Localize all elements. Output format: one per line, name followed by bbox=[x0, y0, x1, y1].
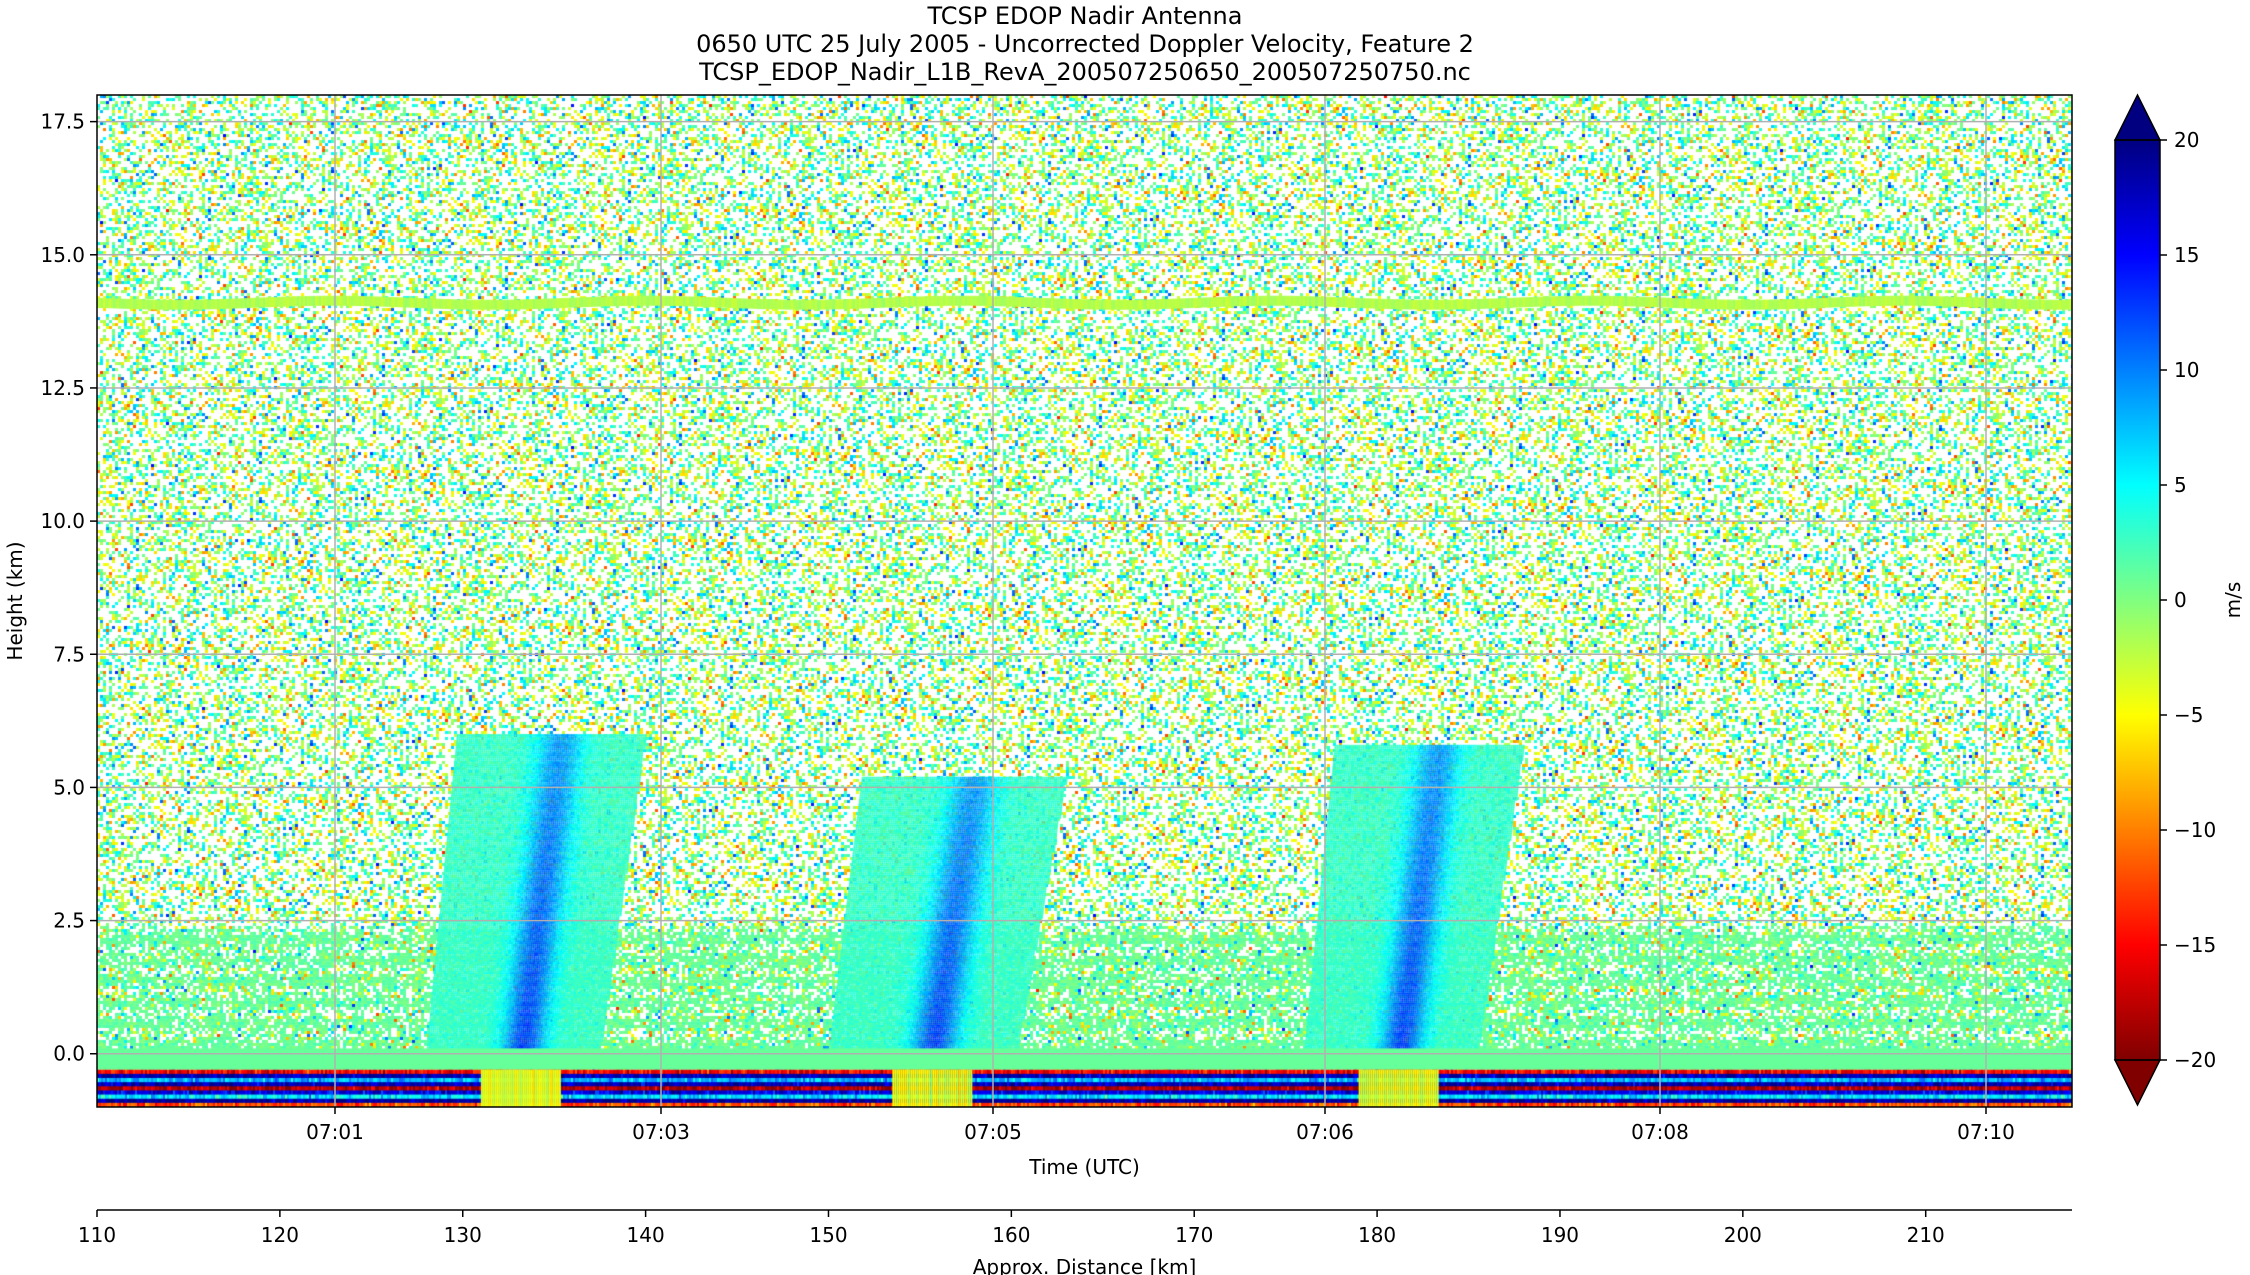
colorbar-tick-label: −20 bbox=[2174, 1048, 2216, 1072]
distance-tick-label: 120 bbox=[261, 1223, 299, 1247]
colorbar-tick-label: 20 bbox=[2174, 128, 2199, 152]
y-tick-label: 17.5 bbox=[40, 110, 85, 134]
colorbar-tick-label: −15 bbox=[2174, 933, 2216, 957]
colorbar-tick-label: −5 bbox=[2174, 703, 2203, 727]
y-axis-label: Height (km) bbox=[3, 541, 27, 660]
distance-tick-label: 110 bbox=[78, 1223, 116, 1247]
y-tick-label: 15.0 bbox=[40, 243, 85, 267]
colorbar-tick-label: 15 bbox=[2174, 243, 2199, 267]
y-tick-label: 12.5 bbox=[40, 376, 85, 400]
colorbar-max-extend bbox=[2113, 93, 2162, 141]
distance-axis-label: Approx. Distance [km] bbox=[973, 1255, 1197, 1275]
distance-tick-label: 150 bbox=[809, 1223, 847, 1247]
colorbar-gradient bbox=[2115, 140, 2160, 1060]
velocity-field-image bbox=[97, 95, 2072, 1107]
distance-tick-label: 190 bbox=[1541, 1223, 1579, 1247]
distance-tick-label: 200 bbox=[1724, 1223, 1762, 1247]
figure: TCSP EDOP Nadir Antenna 0650 UTC 25 July… bbox=[0, 0, 2250, 1275]
distance-tick-label: 140 bbox=[627, 1223, 665, 1247]
colorbar-tick-label: 10 bbox=[2174, 358, 2199, 382]
x-tick-label: 07:06 bbox=[1296, 1120, 1354, 1144]
distance-axis: 110 120 130 140 150 160 170 180 190 200 210 Approx.… bbox=[78, 1209, 2072, 1275]
distance-tick-label: 160 bbox=[992, 1223, 1030, 1247]
distance-tick-label: 210 bbox=[1907, 1223, 1945, 1247]
distance-tick-label: 130 bbox=[444, 1223, 482, 1247]
colorbar-tick-label: 5 bbox=[2174, 473, 2187, 497]
y-tick-label: 10.0 bbox=[40, 509, 85, 533]
velocity-field bbox=[97, 95, 2072, 1107]
x-tick-label: 07:10 bbox=[1957, 1120, 2015, 1144]
distance-tick-label: 180 bbox=[1358, 1223, 1396, 1247]
colorbar-label: m/s bbox=[2221, 582, 2245, 619]
y-tick-label: 0.0 bbox=[53, 1042, 85, 1066]
x-tick-label: 07:01 bbox=[306, 1120, 364, 1144]
y-tick-label: 2.5 bbox=[53, 909, 85, 933]
chart-svg: 0.0 2.5 5.0 7.5 10.0 12.5 15.0 17.5 07:01 07:03 07… bbox=[3, 93, 2245, 1275]
colorbar-tick-label: −10 bbox=[2174, 818, 2216, 842]
y-tick-label: 7.5 bbox=[53, 642, 85, 666]
colorbar-tick-label: 0 bbox=[2174, 588, 2187, 612]
distance-tick-label: 170 bbox=[1175, 1223, 1213, 1247]
y-tick-label: 5.0 bbox=[53, 775, 85, 799]
colorbar: 20 15 10 5 0 −5 −10 −15 −20 m/s bbox=[2113, 93, 2245, 1107]
x-tick-label: 07:05 bbox=[964, 1120, 1022, 1144]
x-tick-label: 07:08 bbox=[1631, 1120, 1689, 1144]
colorbar-min-extend bbox=[2113, 1059, 2162, 1107]
x-tick-label: 07:03 bbox=[632, 1120, 690, 1144]
x-axis-label: Time (UTC) bbox=[1028, 1155, 1140, 1179]
